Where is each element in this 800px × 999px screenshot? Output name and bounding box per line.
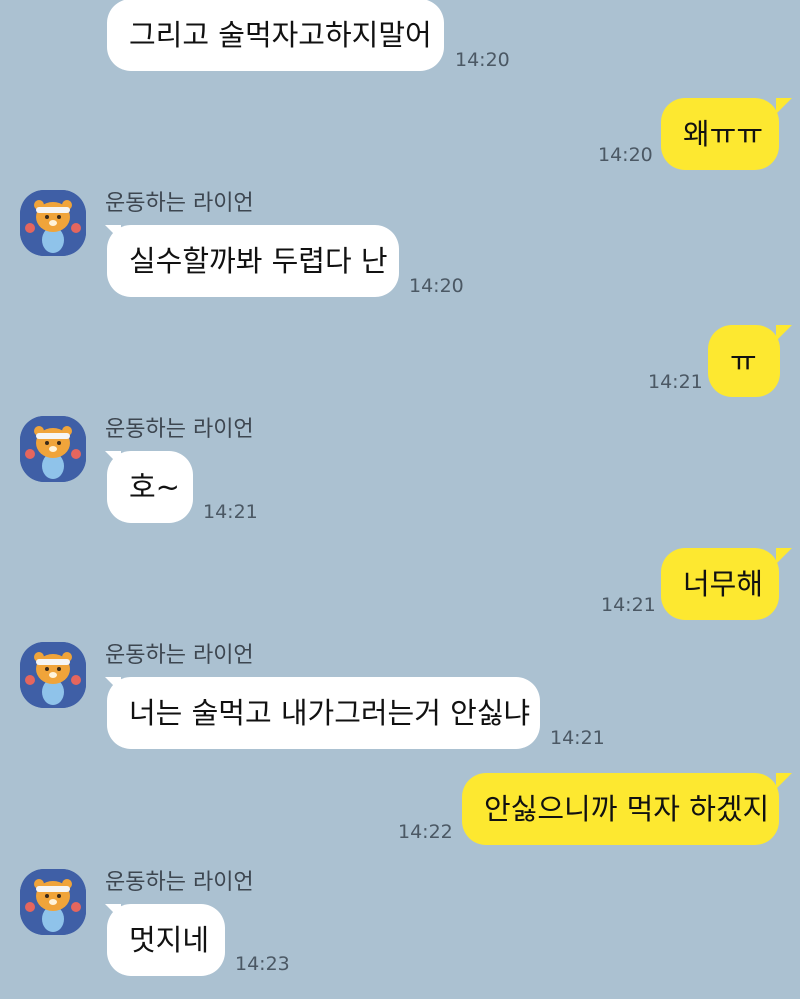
message-timestamp: 14:21 (550, 727, 605, 749)
message-text: 멋지네 (129, 923, 210, 957)
message-text: 너무해 (683, 567, 764, 601)
message-text: 그리고 술먹자고하지말어 (129, 18, 432, 52)
lion-avatar-icon[interactable] (20, 416, 86, 482)
message-bubble-incoming[interactable]: 호~ (107, 451, 193, 523)
message-bubble-outgoing[interactable]: 왜ㅠㅠ (661, 98, 779, 170)
sender-name: 운동하는 라이언 (105, 643, 254, 668)
message-text: 왜ㅠㅠ (683, 117, 764, 151)
lion-avatar-icon[interactable] (20, 190, 86, 256)
message-timestamp: 14:21 (203, 501, 258, 523)
message-timestamp: 14:20 (598, 144, 653, 166)
message-timestamp: 14:22 (398, 821, 453, 843)
message-text: 호~ (129, 470, 180, 504)
message-bubble-incoming[interactable]: 너는 술먹고 내가그러는거 안싫냐 (107, 677, 540, 749)
lion-avatar-icon[interactable] (20, 642, 86, 708)
message-timestamp: 14:20 (409, 275, 464, 297)
lion-avatar-icon[interactable] (20, 869, 86, 935)
message-timestamp: 14:21 (601, 594, 656, 616)
message-bubble-incoming[interactable]: 실수할까봐 두렵다 난 (107, 225, 399, 297)
bubble-tail (776, 773, 792, 789)
sender-name: 운동하는 라이언 (105, 191, 254, 216)
message-timestamp: 14:21 (648, 371, 703, 393)
message-bubble-incoming[interactable]: 멋지네 (107, 904, 225, 976)
message-text: 너는 술먹고 내가그러는거 안싫냐 (129, 696, 531, 730)
message-bubble-outgoing[interactable]: 안싫으니까 먹자 하겠지 (462, 773, 779, 845)
bubble-tail (776, 325, 792, 341)
bubble-tail (776, 98, 792, 114)
message-timestamp: 14:20 (455, 49, 510, 71)
sender-name: 운동하는 라이언 (105, 870, 254, 895)
message-text: ㅠ (730, 344, 757, 378)
bubble-tail (776, 548, 792, 564)
message-bubble-outgoing[interactable]: 너무해 (661, 548, 779, 620)
message-text: 안싫으니까 먹자 하겠지 (484, 792, 770, 826)
chat-room[interactable]: 그리고 술먹자고하지말어 14:20 왜ㅠㅠ 14:20 운동하는 라이언 실수… (0, 0, 800, 999)
message-bubble-incoming[interactable]: 그리고 술먹자고하지말어 (107, 0, 444, 71)
message-bubble-outgoing[interactable]: ㅠ (708, 325, 780, 397)
message-timestamp: 14:23 (235, 953, 290, 975)
sender-name: 운동하는 라이언 (105, 417, 254, 442)
message-text: 실수할까봐 두렵다 난 (129, 244, 388, 278)
